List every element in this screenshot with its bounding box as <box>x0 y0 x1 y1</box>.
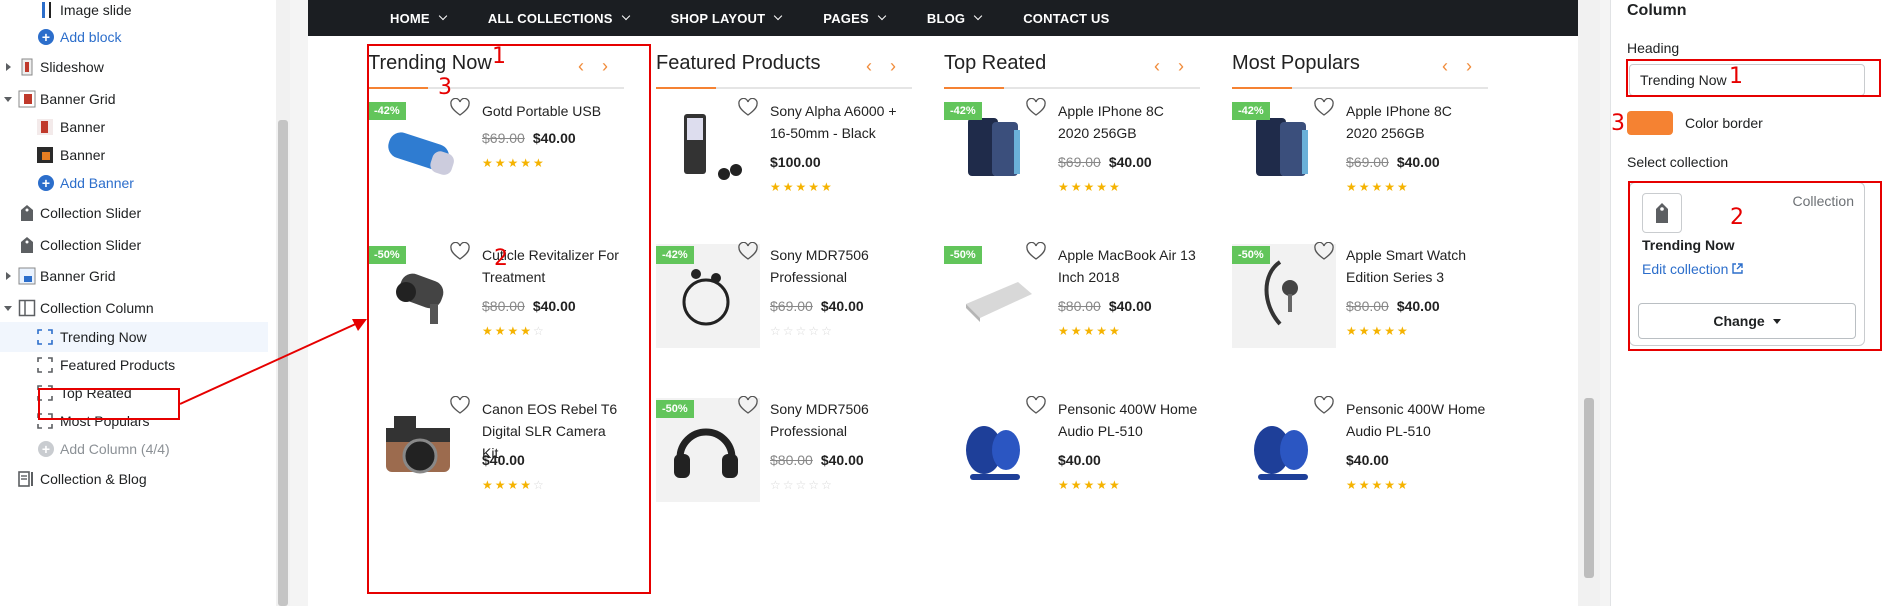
annotation-number: 3 <box>438 75 452 100</box>
app-root: Image slide + Add block Slideshow Banner… <box>0 0 1885 606</box>
annotation-number: 1 <box>1729 64 1743 89</box>
annotation-number: 2 <box>1730 205 1744 230</box>
annotation-arrow <box>179 319 367 405</box>
annotation-number: 3 <box>1611 111 1625 136</box>
annotation-number: 2 <box>494 246 508 271</box>
annotation-number: 1 <box>492 44 506 69</box>
